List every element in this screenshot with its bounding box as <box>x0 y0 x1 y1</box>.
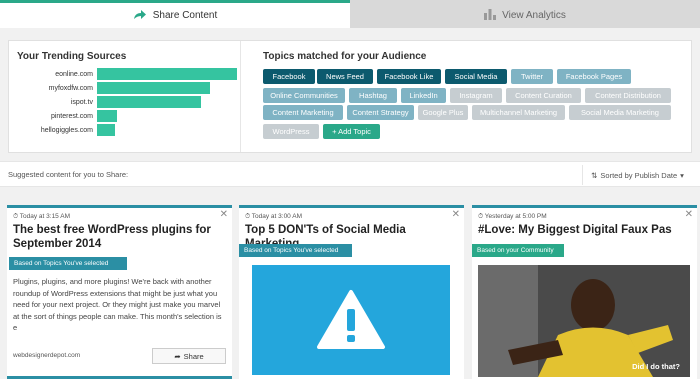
topics-title: Topics matched for your Audience <box>263 51 427 62</box>
topic-chip[interactable]: Content Marketing <box>263 105 343 120</box>
topic-chip[interactable]: Twitter <box>511 69 553 84</box>
content-card[interactable]: ⏱ Today at 3:15 AM ✕ The best free WordP… <box>7 205 232 379</box>
card-ribbon: Based on your Community <box>472 244 564 257</box>
tab-view-analytics[interactable]: View Analytics <box>350 0 700 28</box>
topic-chip[interactable]: Google Plus <box>418 105 468 120</box>
card-ribbon: Based on Topics You've selected <box>239 244 352 257</box>
share-button[interactable]: ➦ Share <box>152 348 226 364</box>
card-description: Plugins, plugins, and more plugins! We'r… <box>13 277 222 332</box>
topic-chip[interactable]: LinkedIn <box>401 88 446 103</box>
content-card[interactable]: ⏱ Yesterday at 5:00 PM ✕ #Love: My Bigge… <box>472 205 697 379</box>
tab-share-label: Share Content <box>152 10 218 21</box>
card-timestamp: ⏱ Yesterday at 5:00 PM <box>478 213 547 220</box>
topic-chip[interactable]: Facebook <box>263 69 315 84</box>
source-name: eonline.com <box>55 70 93 78</box>
content-card[interactable]: ⏱ Today at 3:00 AM ✕ Top 5 DON'Ts of Soc… <box>239 205 464 379</box>
card-timestamp: ⏱ Today at 3:00 AM <box>245 213 302 220</box>
warning-icon <box>317 290 385 349</box>
suggested-bar: Suggested content for you to Share: ⇅ So… <box>0 161 700 187</box>
source-row[interactable]: ispot.tv <box>9 96 201 108</box>
card-timestamp: ⏱ Today at 3:15 AM <box>13 213 70 220</box>
topic-chip[interactable]: Content Curation <box>506 88 581 103</box>
card-title[interactable]: The best free WordPress plugins for Sept… <box>13 223 223 251</box>
topic-chip[interactable]: Social Media Marketing <box>569 105 671 120</box>
source-name: myfoxdfw.com <box>48 84 93 92</box>
tab-share-content[interactable]: Share Content <box>0 0 350 28</box>
topic-chip[interactable]: WordPress <box>263 124 319 139</box>
topics-section: Topics matched for your Audience Faceboo… <box>253 41 693 152</box>
source-bar <box>97 96 201 108</box>
trending-sources-title: Your Trending Sources <box>17 51 127 62</box>
topic-chip[interactable]: Facebook Like <box>377 69 441 84</box>
card-image[interactable] <box>252 265 450 375</box>
source-name: pinterest.com <box>50 112 93 120</box>
sort-dropdown[interactable]: ⇅ Sorted by Publish Date ▾ <box>582 165 692 185</box>
card-source[interactable]: webdesignerdepot.com <box>13 352 80 359</box>
source-bar <box>97 68 237 80</box>
bar-chart-icon <box>484 8 497 23</box>
source-bar <box>97 124 115 136</box>
source-row[interactable]: eonline.com <box>9 68 237 80</box>
topic-chip[interactable]: Social Media <box>445 69 507 84</box>
topic-chip[interactable]: Online Communities <box>263 88 345 103</box>
card-title[interactable]: #Love: My Biggest Digital Faux Pas <box>478 223 688 237</box>
source-row[interactable]: myfoxdfw.com <box>9 82 210 94</box>
caret-down-icon: ▾ <box>680 170 684 180</box>
sort-icon: ⇅ <box>591 170 598 180</box>
image-caption: Did I do that? <box>632 362 680 371</box>
top-tabs: Share Content View Analytics <box>0 0 700 28</box>
insights-panel: Your Trending Sources eonline.com myfoxdf… <box>8 40 692 153</box>
sort-label: Sorted by Publish Date <box>600 170 678 180</box>
trending-sources: Your Trending Sources eonline.com myfoxdf… <box>9 41 241 152</box>
topic-chip[interactable]: Instagram <box>450 88 502 103</box>
card-image[interactable]: Did I do that? <box>478 265 690 377</box>
close-icon[interactable]: ✕ <box>685 209 693 220</box>
topic-chip[interactable]: Multichannel Marketing <box>472 105 565 120</box>
source-name: hellogiggles.com <box>40 126 93 134</box>
topic-chip[interactable]: Hashtag <box>349 88 397 103</box>
close-icon[interactable]: ✕ <box>220 209 228 220</box>
tab-analytics-label: View Analytics <box>502 10 566 21</box>
close-icon[interactable]: ✕ <box>452 209 460 220</box>
source-bar <box>97 82 210 94</box>
share-icon: ➦ <box>174 351 181 361</box>
topic-chip[interactable]: News Feed <box>317 69 373 84</box>
suggested-label: Suggested content for you to Share: <box>8 170 129 179</box>
share-arrow-icon <box>133 9 147 23</box>
photo-illustration <box>478 265 690 377</box>
source-bar <box>97 110 117 122</box>
topic-chip[interactable]: Content Strategy <box>347 105 414 120</box>
source-name: ispot.tv <box>70 98 93 106</box>
topic-chip[interactable]: Content Distribution <box>585 88 671 103</box>
card-ribbon: Based on Topics You've selected <box>9 257 127 270</box>
topic-chip[interactable]: Facebook Pages <box>557 69 631 84</box>
source-row[interactable]: pinterest.com <box>9 110 117 122</box>
source-row[interactable]: hellogiggles.com <box>9 124 115 136</box>
add-topic-button[interactable]: + Add Topic <box>323 124 380 139</box>
